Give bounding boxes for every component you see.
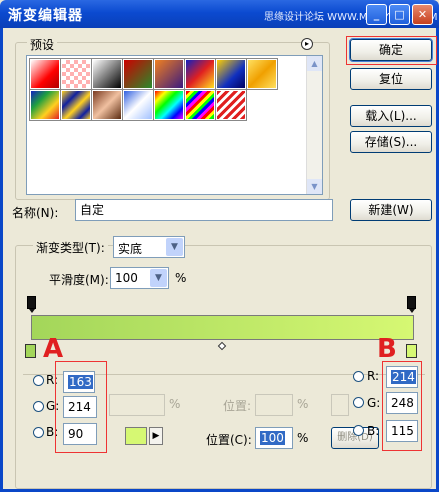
opacity-stop-left[interactable]: [27, 296, 36, 313]
preset-swatch[interactable]: [215, 58, 247, 90]
preset-swatch[interactable]: [29, 58, 61, 90]
window-title: 渐变编辑器: [8, 8, 83, 24]
maximize-button[interactable]: □: [389, 4, 410, 25]
scroll-down-button[interactable]: ▼: [307, 179, 322, 194]
preset-swatch[interactable]: [122, 58, 154, 90]
maximize-icon: □: [394, 8, 405, 21]
presets-menu-button[interactable]: ▸: [301, 38, 313, 50]
left-rgb-highlight: [55, 361, 107, 453]
opacity-location-input: [255, 394, 293, 416]
annotation-letter-b: B: [377, 334, 397, 364]
presets-menu-icon: ▸: [304, 39, 309, 48]
save-button[interactable]: 存储(S)...: [350, 131, 432, 153]
g-label-right: G:: [367, 396, 381, 410]
title-bar: 渐变编辑器 思缘设计论坛 WWW.MISSYUAN.COM _ □ ✕: [0, 0, 439, 28]
location-input[interactable]: 100: [255, 427, 293, 449]
preset-swatch[interactable]: [60, 58, 92, 90]
r-radio-left[interactable]: [33, 375, 44, 386]
preset-swatch[interactable]: [153, 58, 185, 90]
ok-highlight: [346, 36, 437, 65]
chevron-down-icon: ▼: [166, 238, 183, 256]
opacity-stop-right[interactable]: [407, 296, 416, 313]
opacity-input: [109, 394, 165, 416]
color-picker-button[interactable]: ▶: [149, 427, 163, 445]
r-label-right: R:: [367, 369, 380, 383]
chevron-up-icon: ▲: [311, 59, 318, 68]
b-radio-right[interactable]: [353, 425, 364, 436]
r-radio-right[interactable]: [353, 371, 364, 382]
preset-swatch[interactable]: [153, 89, 185, 121]
close-icon: ✕: [417, 8, 428, 21]
opacity-location-label: 位置:: [223, 399, 252, 413]
annotation-letter-a: A: [43, 334, 64, 364]
play-icon: ▶: [152, 431, 160, 441]
smoothness-input[interactable]: 100 ▼: [110, 267, 169, 289]
g-radio-right[interactable]: [353, 397, 364, 408]
color-stop-left[interactable]: [25, 344, 36, 358]
gradient-type-value: 实底: [118, 242, 143, 256]
opacity-location-unit: %: [297, 397, 309, 411]
close-button[interactable]: ✕: [412, 4, 433, 25]
gradient-type-label: 渐变类型(T):: [33, 239, 108, 256]
opacity-delete-button: [331, 394, 349, 416]
preset-swatch[interactable]: [184, 89, 216, 121]
preset-swatch[interactable]: [215, 89, 247, 121]
g-radio-left[interactable]: [33, 401, 44, 412]
reset-button[interactable]: 复位: [350, 68, 432, 90]
b-label-right: B:: [367, 424, 380, 438]
preset-swatch[interactable]: [91, 89, 123, 121]
load-button[interactable]: 载入(L)...: [350, 105, 432, 127]
opacity-unit: %: [169, 397, 181, 411]
color-stop-right[interactable]: [406, 344, 417, 358]
gradient-preview-bar[interactable]: [31, 315, 414, 340]
smoothness-value: 100: [115, 271, 138, 285]
dialog-body: 预设 ▸ ▲ ▼ 确定 复位 载入(L)... 存储(S)... 名称(N): …: [0, 28, 439, 492]
presets-list: ▲ ▼: [26, 55, 323, 195]
chevron-down-icon: ▼: [150, 269, 167, 287]
smoothness-label: 平滑度(M):: [49, 273, 109, 287]
right-rgb-highlight: [382, 361, 422, 451]
stop-color-swatch[interactable]: [125, 427, 147, 445]
minimize-button[interactable]: _: [366, 4, 387, 25]
presets-label: 预设: [27, 36, 58, 53]
gradient-type-dropdown[interactable]: 实底 ▼: [113, 236, 185, 258]
preset-swatch[interactable]: [91, 58, 123, 90]
preset-swatch[interactable]: [122, 89, 154, 121]
minimize-icon: _: [373, 8, 380, 21]
preset-swatch[interactable]: [60, 89, 92, 121]
preset-swatch[interactable]: [29, 89, 61, 121]
scroll-up-button[interactable]: ▲: [307, 56, 322, 71]
smoothness-unit: %: [175, 271, 187, 285]
name-input[interactable]: 自定: [75, 199, 333, 221]
chevron-down-icon: ▼: [311, 182, 318, 191]
location-label: 位置(C):: [206, 433, 252, 447]
presets-scrollbar[interactable]: ▲ ▼: [306, 56, 322, 194]
name-label: 名称(N):: [12, 206, 59, 220]
b-radio-left[interactable]: [33, 427, 44, 438]
new-button[interactable]: 新建(W): [350, 199, 432, 221]
location-unit: %: [297, 431, 309, 445]
preset-swatch[interactable]: [184, 58, 216, 90]
preset-swatch[interactable]: [246, 58, 278, 90]
